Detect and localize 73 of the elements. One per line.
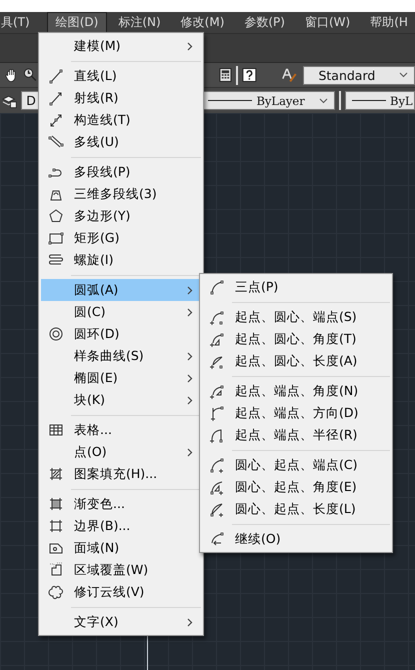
arc-icon bbox=[209, 309, 225, 325]
menu-item[interactable]: 多边形(Y) bbox=[41, 205, 201, 227]
menubar-item[interactable]: 帮助(H bbox=[361, 12, 409, 33]
menu-item[interactable]: 文字(X) bbox=[41, 611, 201, 633]
menu-item[interactable]: 起点、端点、方向(D) bbox=[202, 402, 390, 424]
menu-item[interactable]: 螺旋(I) bbox=[41, 249, 201, 271]
color-dropdown[interactable]: ByLayer bbox=[201, 91, 336, 110]
menu-item[interactable]: 块(K) bbox=[41, 389, 201, 411]
donut-icon bbox=[48, 326, 64, 342]
arc-icon bbox=[209, 279, 225, 295]
menu-item[interactable]: 图案填充(H)... bbox=[41, 463, 201, 485]
menu-item[interactable]: 直线(L) bbox=[41, 65, 201, 87]
menu-item[interactable]: 多线(U) bbox=[41, 131, 201, 153]
boundary-icon bbox=[48, 518, 64, 534]
menu-item[interactable]: 三维多段线(3) bbox=[41, 183, 201, 205]
menu-item[interactable]: 起点、圆心、端点(S) bbox=[202, 306, 390, 328]
menu-item[interactable]: 样条曲线(S) bbox=[41, 345, 201, 367]
menu-item[interactable]: 起点、端点、角度(N) bbox=[202, 380, 390, 402]
menu-item[interactable]: 区域覆盖(W) bbox=[41, 559, 201, 581]
line-icon bbox=[48, 68, 64, 84]
menubar-item[interactable]: 标注(N) bbox=[109, 12, 170, 33]
menu-item[interactable]: 边界(B)... bbox=[41, 515, 201, 537]
wipeout-icon bbox=[48, 562, 64, 578]
revision-cloud-icon bbox=[48, 584, 64, 600]
dropdown-caret-icon bbox=[319, 98, 328, 104]
menu-item[interactable]: 圆心、起点、角度(E) bbox=[202, 476, 390, 498]
menu-item[interactable]: 圆环(D) bbox=[41, 323, 201, 345]
menu-item[interactable]: 起点、端点、半径(R) bbox=[202, 424, 390, 446]
calculator-icon[interactable] bbox=[219, 67, 232, 83]
menu-item[interactable]: 修订云线(V) bbox=[41, 581, 201, 603]
menu-item[interactable]: 多段线(P) bbox=[41, 161, 201, 183]
arc-icon bbox=[209, 501, 225, 517]
menu-item[interactable]: 面域(N) bbox=[41, 537, 201, 559]
help-icon[interactable] bbox=[242, 67, 257, 83]
dropdown-caret-icon bbox=[399, 72, 408, 78]
text-style-icon[interactable] bbox=[280, 66, 298, 84]
multiline-icon bbox=[48, 134, 64, 150]
arc-icon bbox=[209, 405, 225, 421]
menubar-item[interactable]: 窗口(W) bbox=[296, 12, 360, 33]
menu-item[interactable]: 渐变色... bbox=[41, 493, 201, 515]
pentagon-icon bbox=[48, 208, 64, 224]
rectangle-icon bbox=[48, 230, 64, 246]
menubar-item[interactable]: 参数(P) bbox=[235, 12, 294, 33]
arc-icon bbox=[209, 331, 225, 347]
arc-icon bbox=[209, 427, 225, 443]
menu-item[interactable]: 圆心、起点、端点(C) bbox=[202, 454, 390, 476]
arc-icon bbox=[209, 531, 225, 547]
menu-item[interactable]: 三点(P) bbox=[202, 276, 390, 298]
menu-item[interactable]: 圆心、起点、长度(L) bbox=[202, 498, 390, 520]
text-style-dropdown[interactable]: Standard bbox=[303, 66, 415, 84]
menubar-item[interactable]: 具(T) bbox=[0, 12, 39, 33]
menu-item[interactable]: 表格... bbox=[41, 419, 201, 441]
construction-line-icon bbox=[48, 112, 64, 128]
arc-icon bbox=[209, 457, 225, 473]
menu-item[interactable]: 起点、圆心、角度(T) bbox=[202, 328, 390, 350]
arc-icon bbox=[209, 479, 225, 495]
gradient-icon bbox=[48, 496, 64, 512]
menu-item[interactable]: 起点、圆心、长度(A) bbox=[202, 350, 390, 372]
linetype-dropdown[interactable]: ByL bbox=[345, 91, 415, 110]
menu-item[interactable]: 圆弧(A) bbox=[41, 279, 201, 301]
hatch-icon bbox=[48, 466, 64, 482]
menubar-item[interactable]: 修改(M) bbox=[172, 12, 234, 33]
zoom-clock-icon[interactable] bbox=[22, 67, 38, 83]
table-icon bbox=[48, 422, 64, 438]
menubar-item[interactable]: 绘图(D) bbox=[46, 12, 108, 33]
ray-icon bbox=[48, 90, 64, 106]
menu-item[interactable]: 椭圆(E) bbox=[41, 367, 201, 389]
menu-item[interactable]: 构造线(T) bbox=[41, 109, 201, 131]
menu-item[interactable]: 继续(O) bbox=[202, 528, 390, 550]
menu-item[interactable]: 圆(C) bbox=[41, 301, 201, 323]
arc-icon bbox=[209, 383, 225, 399]
menu-item[interactable]: 矩形(G) bbox=[41, 227, 201, 249]
menu-item[interactable]: 点(O) bbox=[41, 441, 201, 463]
